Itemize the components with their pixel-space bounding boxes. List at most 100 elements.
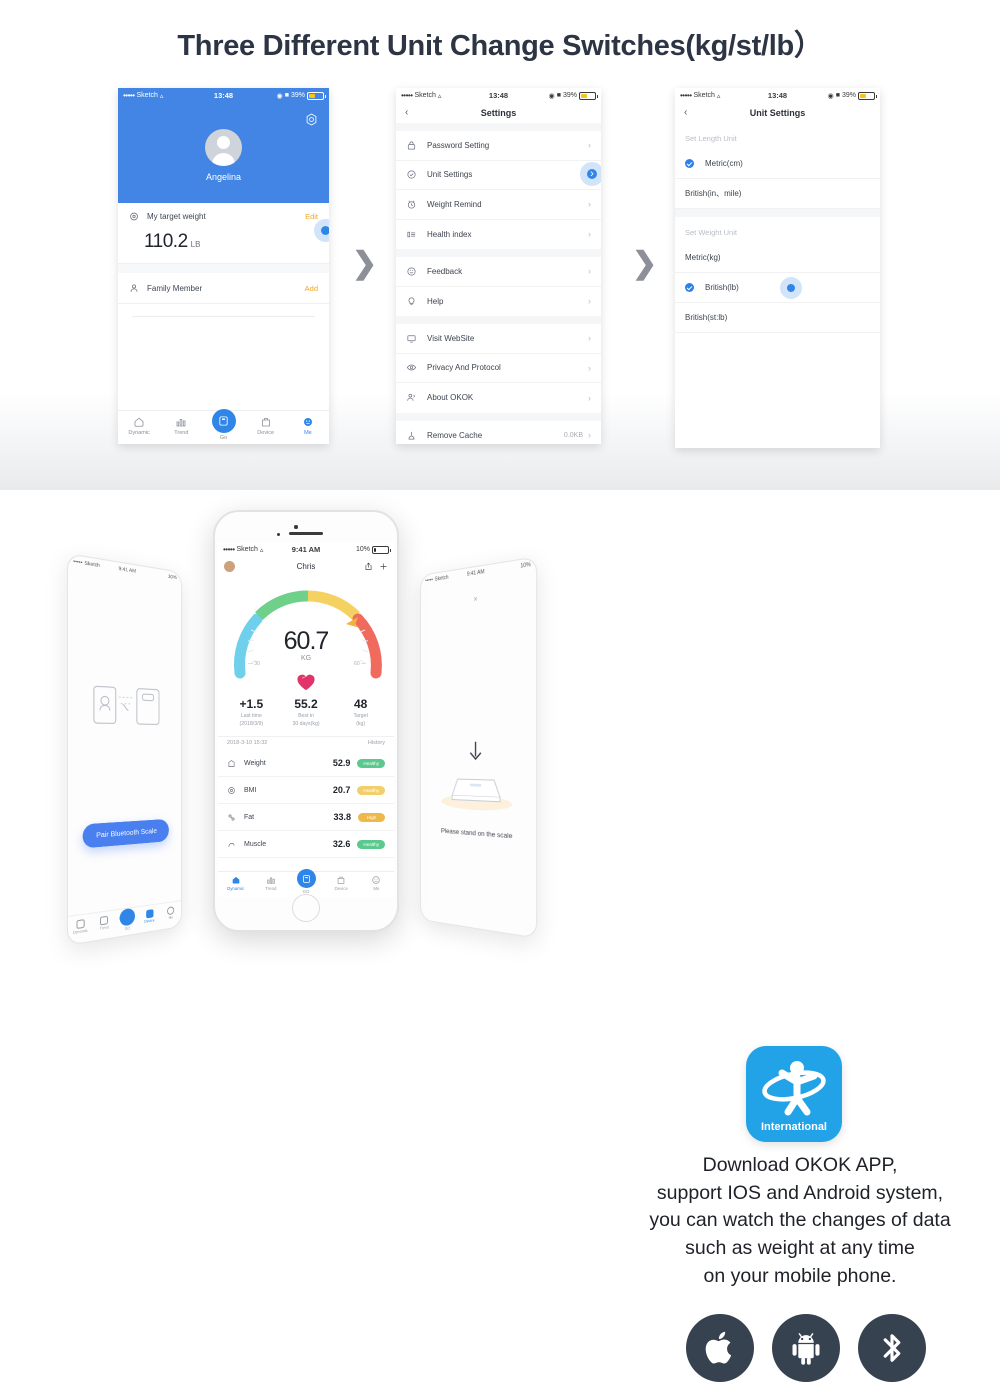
list-gap [675, 209, 880, 217]
settings-item-label: Privacy And Protocol [427, 363, 501, 373]
heart-icon [297, 674, 315, 691]
pair-bluetooth-scale-button[interactable]: Pair Bluetooth Scale [82, 818, 169, 849]
settings-item-unit[interactable]: Unit Settings › › [396, 161, 601, 190]
scale-icon[interactable] [296, 869, 316, 888]
family-member-label: Family Member [147, 283, 203, 293]
history-row-muscle[interactable]: Muscle 32.6 Healthy [218, 831, 394, 859]
tab-trend[interactable]: Trend [160, 416, 202, 436]
weight-icon [228, 759, 235, 767]
main-phone-device: ••••• Sketch ▵ 9:41 AM 10% Chris 60.7 KG… [213, 510, 399, 932]
tab-dynamic[interactable]: Dynamic [118, 416, 160, 436]
tab-go[interactable]: GO [116, 907, 139, 932]
status-bar: ••••• Sketch ▵ 9:41 AM 10% [218, 542, 394, 557]
step-arrow-1: ❯ [352, 247, 378, 280]
settings-item-privacy[interactable]: Privacy And Protocol › [396, 354, 601, 383]
back-button[interactable]: ‹ [405, 107, 408, 118]
metric-value: 32.6 [332, 839, 351, 850]
home-button[interactable] [292, 894, 320, 922]
android-icon [792, 1332, 820, 1365]
tab-me[interactable]: Me [287, 416, 329, 436]
option-british-st-lb[interactable]: British(st:lb) [675, 303, 880, 333]
bmi-icon [228, 786, 235, 794]
status-bar: ••••• Sketch ▵ 13:48 ◉ ■ 39% [675, 88, 880, 103]
length-unit-group-title: Set Length Unit [675, 123, 880, 149]
history-row-fat[interactable]: Fat 33.8 High [218, 804, 394, 832]
tab-label: Go [219, 435, 228, 441]
scale-icon[interactable] [119, 907, 135, 927]
tab-dynamic[interactable]: Dynamic [218, 875, 253, 891]
phone-screen-profile: ••••• Sketch ▵ 13:48 ◉ ■ 39% Angelina My… [118, 88, 329, 444]
add-family-button[interactable]: Add [305, 284, 318, 293]
close-icon[interactable]: × [473, 594, 477, 604]
phone-screen-pairing: ••••• Sketch 9:41 AM 10% Pair Bluetooth … [66, 552, 182, 947]
stat-value: 48 [354, 697, 368, 711]
scale-icon[interactable] [211, 409, 236, 433]
tab-trend[interactable]: Trend [253, 875, 288, 891]
edit-button[interactable]: Edit [305, 212, 318, 221]
gauge-value: 60.7 [283, 627, 330, 655]
step-arrow-2: ❯ [632, 247, 658, 280]
section-divider [118, 264, 329, 273]
radio-selected-icon [685, 159, 694, 168]
tap-highlight-unit-settings[interactable]: › [580, 161, 601, 186]
settings-item-password[interactable]: Password Setting › [396, 131, 601, 161]
settings-item-about[interactable]: About OKOK › [396, 383, 601, 413]
clock-label: 9:41 AM [466, 568, 485, 578]
option-label: Metric(kg) [685, 253, 721, 262]
option-metric-kg[interactable]: Metric(kg) [675, 243, 880, 273]
scale-illustration [441, 772, 513, 813]
battery-icon [307, 91, 326, 100]
settings-item-label: Feedback [427, 266, 463, 276]
back-button[interactable]: ‹ [684, 107, 687, 118]
chevron-right-icon: › [588, 392, 591, 403]
settings-item-feedback[interactable]: Feedback › [396, 257, 601, 287]
history-row-weight[interactable]: Weight 52.9 Healthy [218, 750, 394, 778]
main-phone-screen: ••••• Sketch ▵ 9:41 AM 10% Chris 60.7 KG… [218, 542, 394, 897]
status-badge: Healthy [357, 785, 385, 795]
tap-highlight-british-lb[interactable] [780, 277, 802, 299]
history-row-bmi[interactable]: BMI 20.7 Healthy [218, 777, 394, 805]
weight-unit-group-title: Set Weight Unit [675, 217, 880, 243]
option-metric-cm[interactable]: Metric(cm) [675, 149, 880, 179]
tab-dynamic[interactable]: Dynamic [68, 918, 92, 936]
tab-me[interactable]: Me [160, 905, 181, 921]
list-gap [396, 249, 601, 257]
option-british-in-mile[interactable]: British(in、mile) [675, 179, 880, 209]
history-header: 2018-3-10 15:32 History [218, 736, 394, 750]
stat-caption: Target (kg) [353, 713, 368, 727]
screen-title: Settings [480, 108, 517, 118]
stat-best-30-days: 55.2 Best in 30 days(kg) [279, 697, 334, 728]
tab-me[interactable]: Me [359, 875, 394, 891]
tab-device[interactable]: Device [139, 908, 161, 925]
tab-device[interactable]: Device [245, 416, 287, 436]
metric-value: 20.7 [332, 785, 351, 796]
avatar[interactable] [205, 128, 242, 166]
tab-go[interactable]: GO [288, 869, 323, 894]
chevron-right-icon: › [588, 362, 591, 373]
settings-item-help[interactable]: Help › [396, 287, 601, 317]
list-gap [396, 316, 601, 324]
nav-bar: ‹ Settings [396, 103, 601, 123]
settings-item-label: Health index [427, 229, 472, 239]
promo-line-5: on your mobile phone. [703, 1264, 897, 1287]
settings-item-remind[interactable]: Weight Remind › [396, 190, 601, 220]
settings-item-health-index[interactable]: Health index › [396, 220, 601, 250]
battery-icon [579, 91, 598, 100]
settings-item-remove-cache[interactable]: Remove Cache 0.0KB › [396, 421, 601, 445]
settings-item-website[interactable]: Visit WebSite › [396, 324, 601, 354]
phone-screen-settings: ••••• Sketch ▵ 13:48 ◉ ■ 39% ‹ Settings … [396, 88, 601, 444]
bulb-icon [408, 297, 415, 305]
history-link[interactable]: History [368, 740, 385, 746]
family-member-card[interactable]: Family Member Add [118, 273, 329, 304]
muscle-icon [228, 842, 235, 847]
gear-icon[interactable] [304, 112, 319, 127]
apple-icon [705, 1331, 732, 1364]
settings-item-label: Remove Cache [427, 430, 483, 440]
tab-trend[interactable]: Trend [92, 915, 115, 932]
option-british-lb[interactable]: British(lb) [675, 273, 880, 303]
tab-go[interactable]: Go [202, 409, 244, 441]
tab-device[interactable]: Device [324, 875, 359, 891]
metric-name: Muscle [244, 840, 267, 848]
status-bar: ••••• Sketch ▵ 13:48 ◉ ■ 39% [396, 88, 601, 103]
chevron-right-icon: › [588, 229, 591, 240]
